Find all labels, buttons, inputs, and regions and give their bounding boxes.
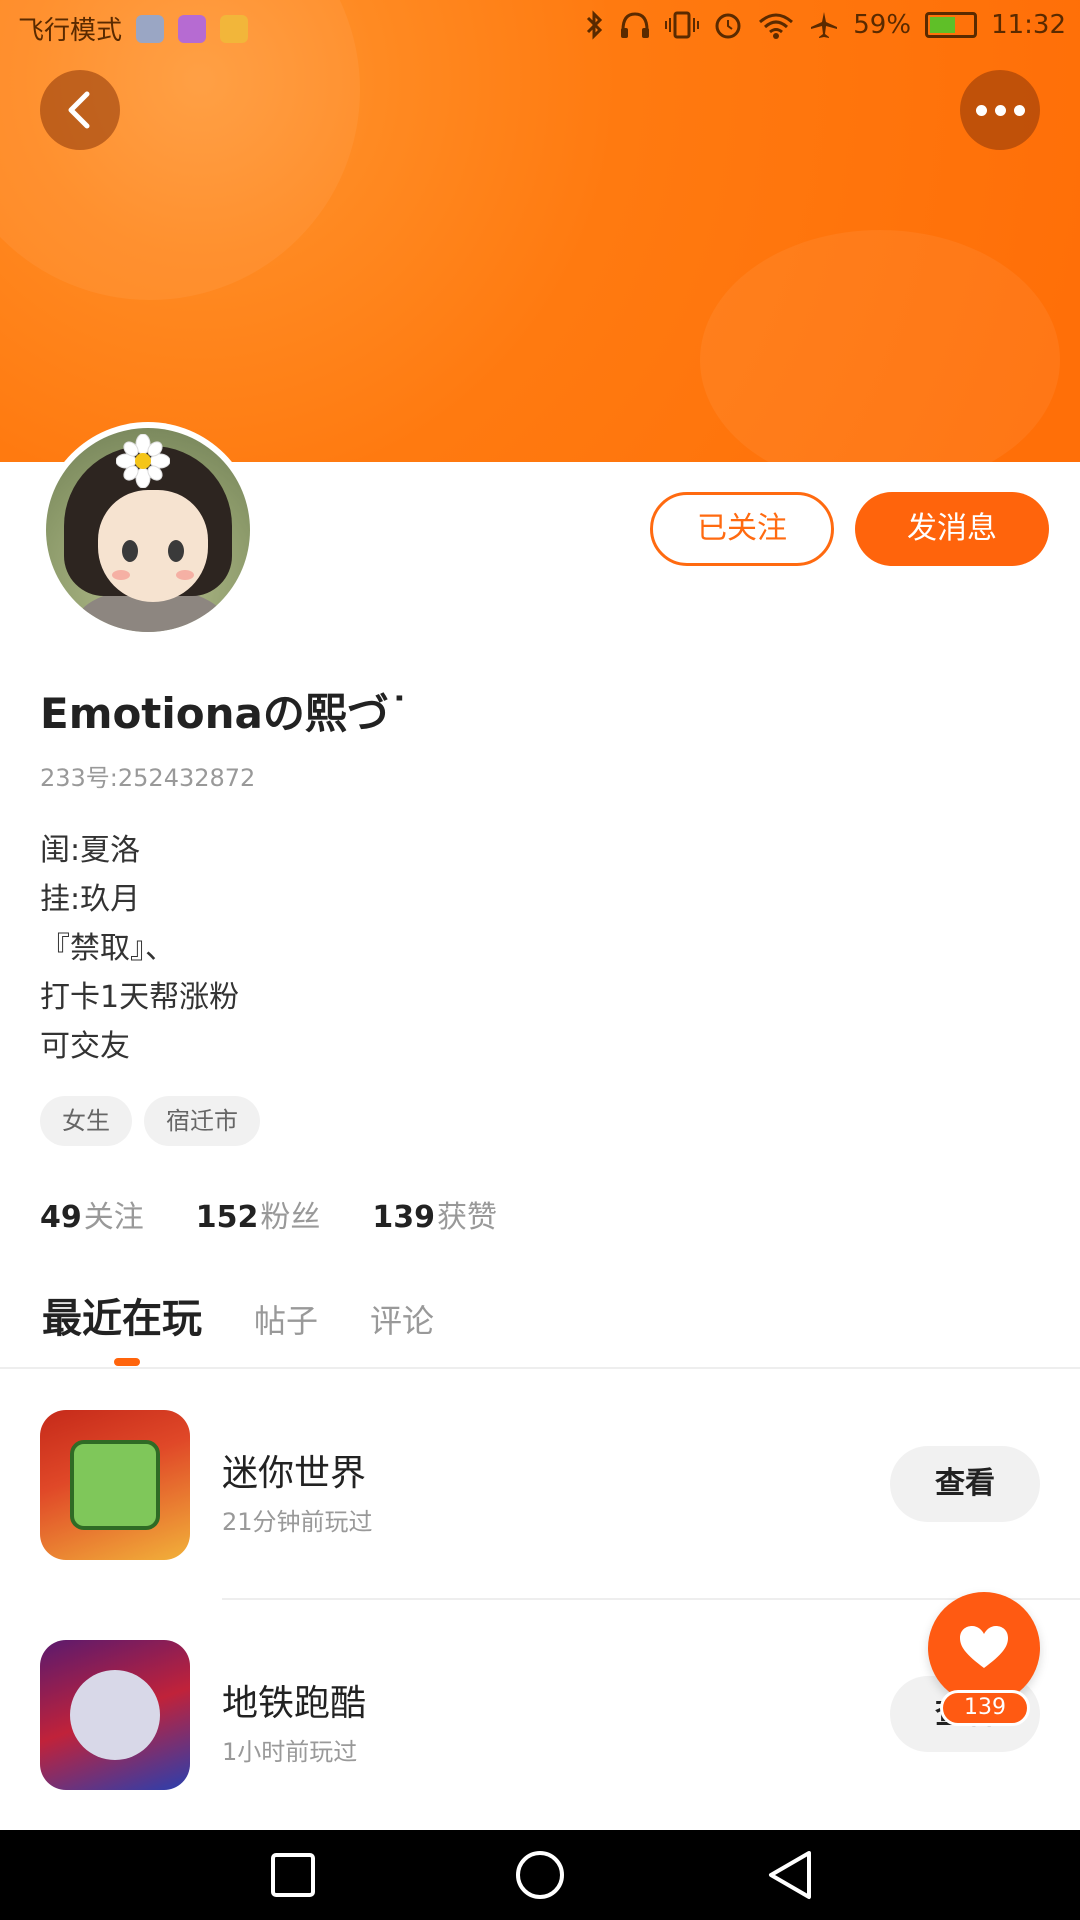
tab-divider [0, 1367, 1080, 1369]
username: Emotionaの熙づ˙ [40, 689, 410, 738]
bluetooth-icon [587, 10, 603, 40]
game-last-played: 21分钟前玩过 [222, 1508, 373, 1536]
more-dots-icon [975, 104, 1025, 116]
profile-banner: 飞行模式 59% 11:32 [0, 0, 1080, 462]
flower-icon [116, 434, 170, 488]
wifi-icon [759, 13, 794, 39]
game-last-played: 1小时前玩过 [222, 1738, 358, 1766]
game-icon [40, 1640, 190, 1790]
following-stat[interactable]: 49关注 [40, 1192, 144, 1236]
tab-posts[interactable]: 帖子 [254, 1296, 318, 1344]
bio: 闺:夏洛 挂:玖月 『禁取』、 打卡1天帮涨粉 可交友 [40, 826, 239, 1071]
battery-fill [930, 17, 956, 33]
clock: 11:32 [991, 10, 1066, 40]
tab-indicator [114, 1358, 140, 1366]
likes-count: 139 [372, 1200, 435, 1235]
tab-label: 最近在玩 [42, 1296, 202, 1342]
system-navigation-bar [0, 1830, 1080, 1920]
like-button[interactable] [928, 1592, 1040, 1704]
bio-line: 挂:玖月 [40, 882, 141, 917]
avatar-image [46, 428, 250, 632]
gender-tag: 女生 [40, 1096, 132, 1146]
likes-label: 获赞 [437, 1200, 497, 1235]
battery-icon [925, 12, 978, 38]
battery-percent: 59% [853, 10, 912, 40]
fans-stat[interactable]: 152粉丝 [196, 1192, 321, 1236]
game-list-item[interactable]: 地铁跑酷 1小时前玩过 查看 [0, 1630, 1080, 1830]
circle-icon [516, 1851, 564, 1899]
vibrate-icon [665, 11, 700, 39]
following-count: 49 [40, 1200, 82, 1235]
view-game-button[interactable]: 查看 [890, 1446, 1040, 1522]
tab-comments[interactable]: 评论 [370, 1296, 434, 1344]
location-tag: 宿迁市 [144, 1096, 260, 1146]
back-button[interactable] [40, 70, 120, 150]
airplane-icon [811, 12, 838, 38]
headphones-icon [621, 12, 650, 38]
like-count-badge: 139 [940, 1690, 1030, 1726]
fans-count: 152 [195, 1200, 259, 1235]
profile-tags: 女生 宿迁市 [40, 1096, 260, 1146]
app-notification-icon-2 [220, 14, 249, 43]
avatar[interactable] [40, 422, 256, 638]
following-label: 关注 [83, 1200, 144, 1235]
triangle-back-icon [769, 1851, 811, 1899]
user-id: 233号:252432872 [40, 764, 256, 792]
more-button[interactable] [960, 70, 1040, 150]
status-bar: 飞行模式 59% 11:32 [0, 0, 1080, 54]
list-divider [222, 1598, 1080, 1600]
app-notification-icon [136, 14, 165, 43]
bio-line: 闺:夏洛 [40, 833, 141, 868]
followed-button[interactable]: 已关注 [650, 492, 834, 566]
profile-tabs: 最近在玩 帖子 评论 [42, 1286, 434, 1366]
square-icon [271, 1853, 315, 1897]
recents-button[interactable] [243, 1830, 343, 1920]
likes-stat: 139获赞 [372, 1192, 497, 1236]
fans-label: 粉丝 [260, 1200, 321, 1235]
home-button[interactable] [490, 1830, 590, 1920]
bio-line: 可交友 [40, 1029, 130, 1064]
gallery-notification-icon [178, 14, 207, 43]
game-title: 迷你世界 [222, 1453, 367, 1494]
back-nav-button[interactable] [740, 1830, 840, 1920]
game-title: 地铁跑酷 [222, 1683, 367, 1724]
send-message-button[interactable]: 发消息 [855, 492, 1049, 566]
alarm-icon [715, 13, 741, 39]
airplane-mode-text: 飞行模式 [18, 16, 123, 46]
profile-stats: 49关注 152粉丝 139获赞 [40, 1192, 497, 1236]
bio-line: 『禁取』、 [40, 931, 175, 966]
heart-icon [960, 1626, 1008, 1668]
tab-recently-played[interactable]: 最近在玩 [42, 1286, 202, 1366]
bio-line: 打卡1天帮涨粉 [40, 980, 240, 1015]
game-list-item[interactable]: 迷你世界 21分钟前玩过 查看 [0, 1400, 1080, 1600]
game-icon [40, 1410, 190, 1560]
chevron-left-icon [68, 91, 90, 129]
